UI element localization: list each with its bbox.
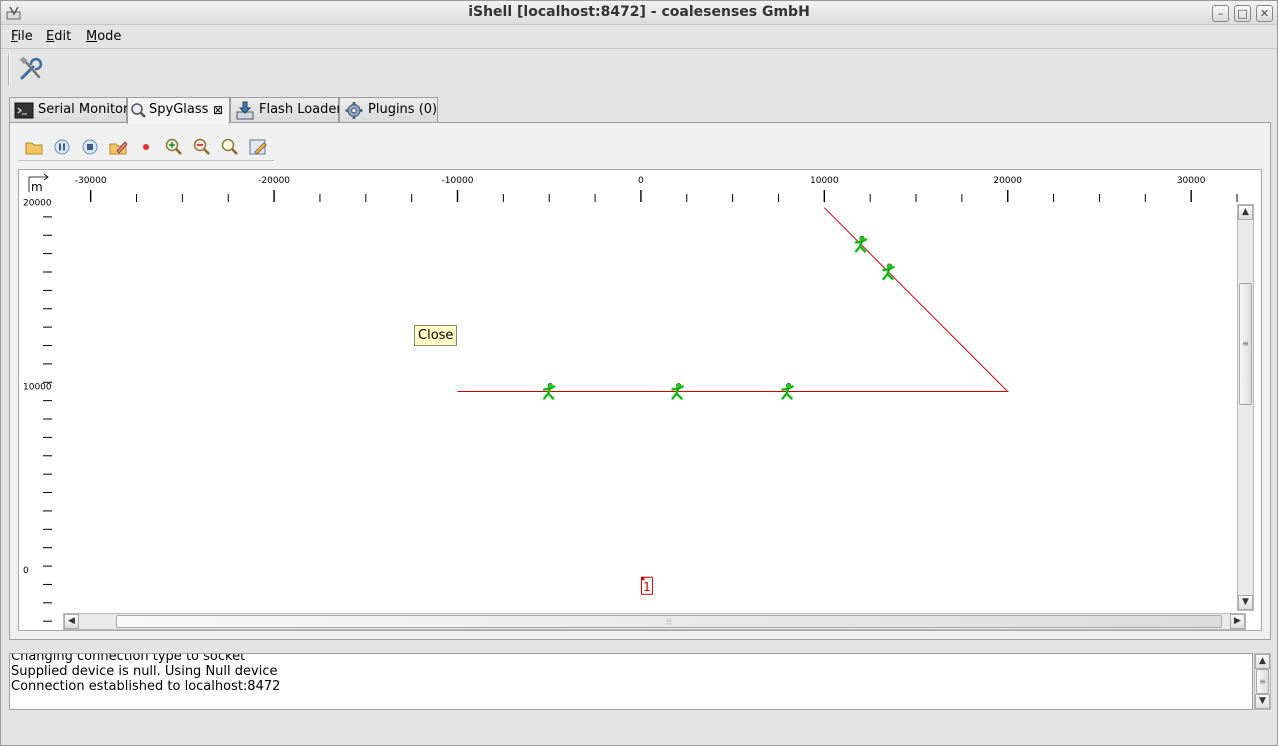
window-title: iShell [localhost:8472] - coalesenses Gm… [468,4,810,20]
close-tab-icon[interactable]: ⊠ [213,103,223,117]
scroll-down-arrow[interactable]: ▼ [1238,595,1253,610]
close-window-button[interactable]: ✕ [1256,5,1273,22]
x-tick-label: 10000 [810,176,839,186]
console-output[interactable]: Changing connection type to socket Suppl… [9,653,1253,710]
x-tick-label: 0 [638,176,644,186]
gear-icon [345,102,363,119]
x-tick-label: -10000 [442,176,474,186]
marker-label: 1 [643,580,651,594]
console-scroll-down-arrow[interactable]: ▼ [1255,694,1270,709]
scroll-left-arrow[interactable]: ◀ [64,614,79,629]
zoom-in-icon[interactable] [164,137,184,157]
close-tooltip: Close [414,325,458,346]
map-canvas[interactable]: m -30000 -20000 -10000 0 10000 20000 30000 200… [19,170,1261,630]
tab-label: SpyGlass [149,102,209,117]
open-folder-icon[interactable] [24,137,44,157]
tab-flash-loader[interactable]: Flash Loader [230,97,342,123]
app-window: iShell [localhost:8472] - coalesenses Gm… [0,0,1278,746]
x-tick-label: -30000 [75,176,107,186]
scroll-right-arrow[interactable]: ▶ [1230,614,1245,629]
horizontal-scroll-thumb[interactable]: ⦙⦙⦙ [116,615,1222,628]
zoom-out-icon[interactable] [192,137,212,157]
title-bar[interactable]: iShell [localhost:8472] - coalesenses Gm… [1,1,1277,25]
record-icon[interactable] [136,137,156,157]
y-tick-label: 0 [23,566,29,576]
spyglass-toolbar [18,133,274,161]
toolbar-grip[interactable] [8,55,10,85]
console-scroll-up-arrow[interactable]: ▲ [1255,654,1270,669]
menu-edit[interactable]: Edit [46,29,71,44]
flash-download-icon [236,101,254,120]
y-tick-label: 10000 [23,382,52,392]
menu-file[interactable]: File [11,29,33,44]
y-tick-label: 20000 [23,199,52,209]
magnifier-icon [131,103,146,118]
marker-group: 1 [640,576,653,595]
scroll-up-arrow[interactable]: ▲ [1238,205,1253,220]
menu-mode[interactable]: Mode [86,29,121,44]
console-scrollbar[interactable]: ▲ ≡ ▼ [1254,653,1271,710]
tab-spyglass[interactable]: SpyGlass ⊠ [127,97,230,124]
unit-label: m [31,180,43,194]
spyglass-panel: m -30000 -20000 -10000 0 10000 20000 30000 200… [9,122,1271,640]
x-tick-label: 20000 [993,176,1022,186]
tools-icon[interactable] [17,55,45,83]
tab-label: Flash Loader [259,102,342,117]
edit-folder-icon[interactable] [108,137,128,157]
tab-plugins[interactable]: Plugins (0) [339,97,438,123]
spyglass-map[interactable]: m -30000 -20000 -10000 0 10000 20000 30000 200… [18,169,1262,631]
tab-label: Serial Monitor [38,102,129,117]
zoom-fit-icon[interactable] [220,137,240,157]
pause-icon[interactable] [52,137,72,157]
settings-icon[interactable] [248,137,268,157]
tab-strip: Serial Monitor SpyGlass ⊠ Flash Loader P… [9,97,1271,124]
minimize-button[interactable]: – [1212,5,1229,22]
menu-bar: File Edit Mode [1,25,1277,47]
stop-icon[interactable] [80,137,100,157]
map-horizontal-scrollbar[interactable]: ◀ ⦙⦙⦙ ▶ [63,613,1246,630]
map-vertical-scrollbar[interactable]: ▲ ≡ ▼ [1237,204,1254,611]
console-line: Changing connection type to socket [11,653,246,664]
tab-label: Plugins (0) [368,102,438,117]
console-line: Connection established to localhost:8472 [11,679,281,694]
maximize-button[interactable]: □ [1234,5,1251,22]
x-tick-label: -20000 [258,176,290,186]
x-tick-label: 30000 [1177,176,1206,186]
terminal-icon [14,102,34,119]
console-line: Supplied device is null. Using Null devi… [11,664,278,679]
console-scroll-thumb[interactable]: ≡ [1256,669,1269,694]
vertical-scroll-thumb[interactable]: ≡ [1239,283,1252,405]
main-toolbar [1,48,1277,92]
tab-serial-monitor[interactable]: Serial Monitor [9,97,129,123]
